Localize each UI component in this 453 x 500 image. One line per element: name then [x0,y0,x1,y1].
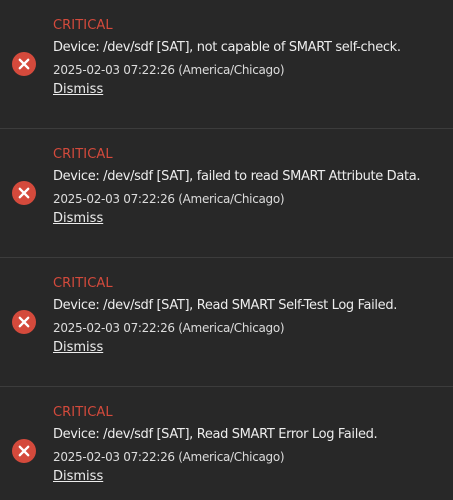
error-circle-icon [12,310,36,334]
alert-item: CRITICAL Device: /dev/sdf [SAT], Read SM… [0,387,453,500]
dismiss-link[interactable]: Dismiss [53,339,103,356]
alert-timestamp: 2025-02-03 07:22:26 (America/Chicago) [53,192,285,206]
alert-message: Device: /dev/sdf [SAT], Read SMART Error… [53,427,378,442]
alert-timestamp: 2025-02-03 07:22:26 (America/Chicago) [53,321,285,335]
alert-message: Device: /dev/sdf [SAT], failed to read S… [53,169,421,184]
error-circle-icon [12,52,36,76]
dismiss-link[interactable]: Dismiss [53,81,103,98]
error-circle-icon [12,439,36,463]
alert-level: CRITICAL [53,147,113,162]
alert-timestamp: 2025-02-03 07:22:26 (America/Chicago) [53,450,285,464]
alert-level: CRITICAL [53,18,113,33]
error-circle-icon [12,181,36,205]
alert-level: CRITICAL [53,276,113,291]
alert-timestamp: 2025-02-03 07:22:26 (America/Chicago) [53,63,285,77]
alert-list: CRITICAL Device: /dev/sdf [SAT], not cap… [0,0,453,500]
dismiss-link[interactable]: Dismiss [53,468,103,485]
alert-item: CRITICAL Device: /dev/sdf [SAT], failed … [0,129,453,258]
alert-item: CRITICAL Device: /dev/sdf [SAT], not cap… [0,0,453,129]
alert-message: Device: /dev/sdf [SAT], Read SMART Self-… [53,298,398,313]
dismiss-link[interactable]: Dismiss [53,210,103,227]
alert-level: CRITICAL [53,405,113,420]
alert-item: CRITICAL Device: /dev/sdf [SAT], Read SM… [0,258,453,387]
alert-message: Device: /dev/sdf [SAT], not capable of S… [53,40,401,55]
